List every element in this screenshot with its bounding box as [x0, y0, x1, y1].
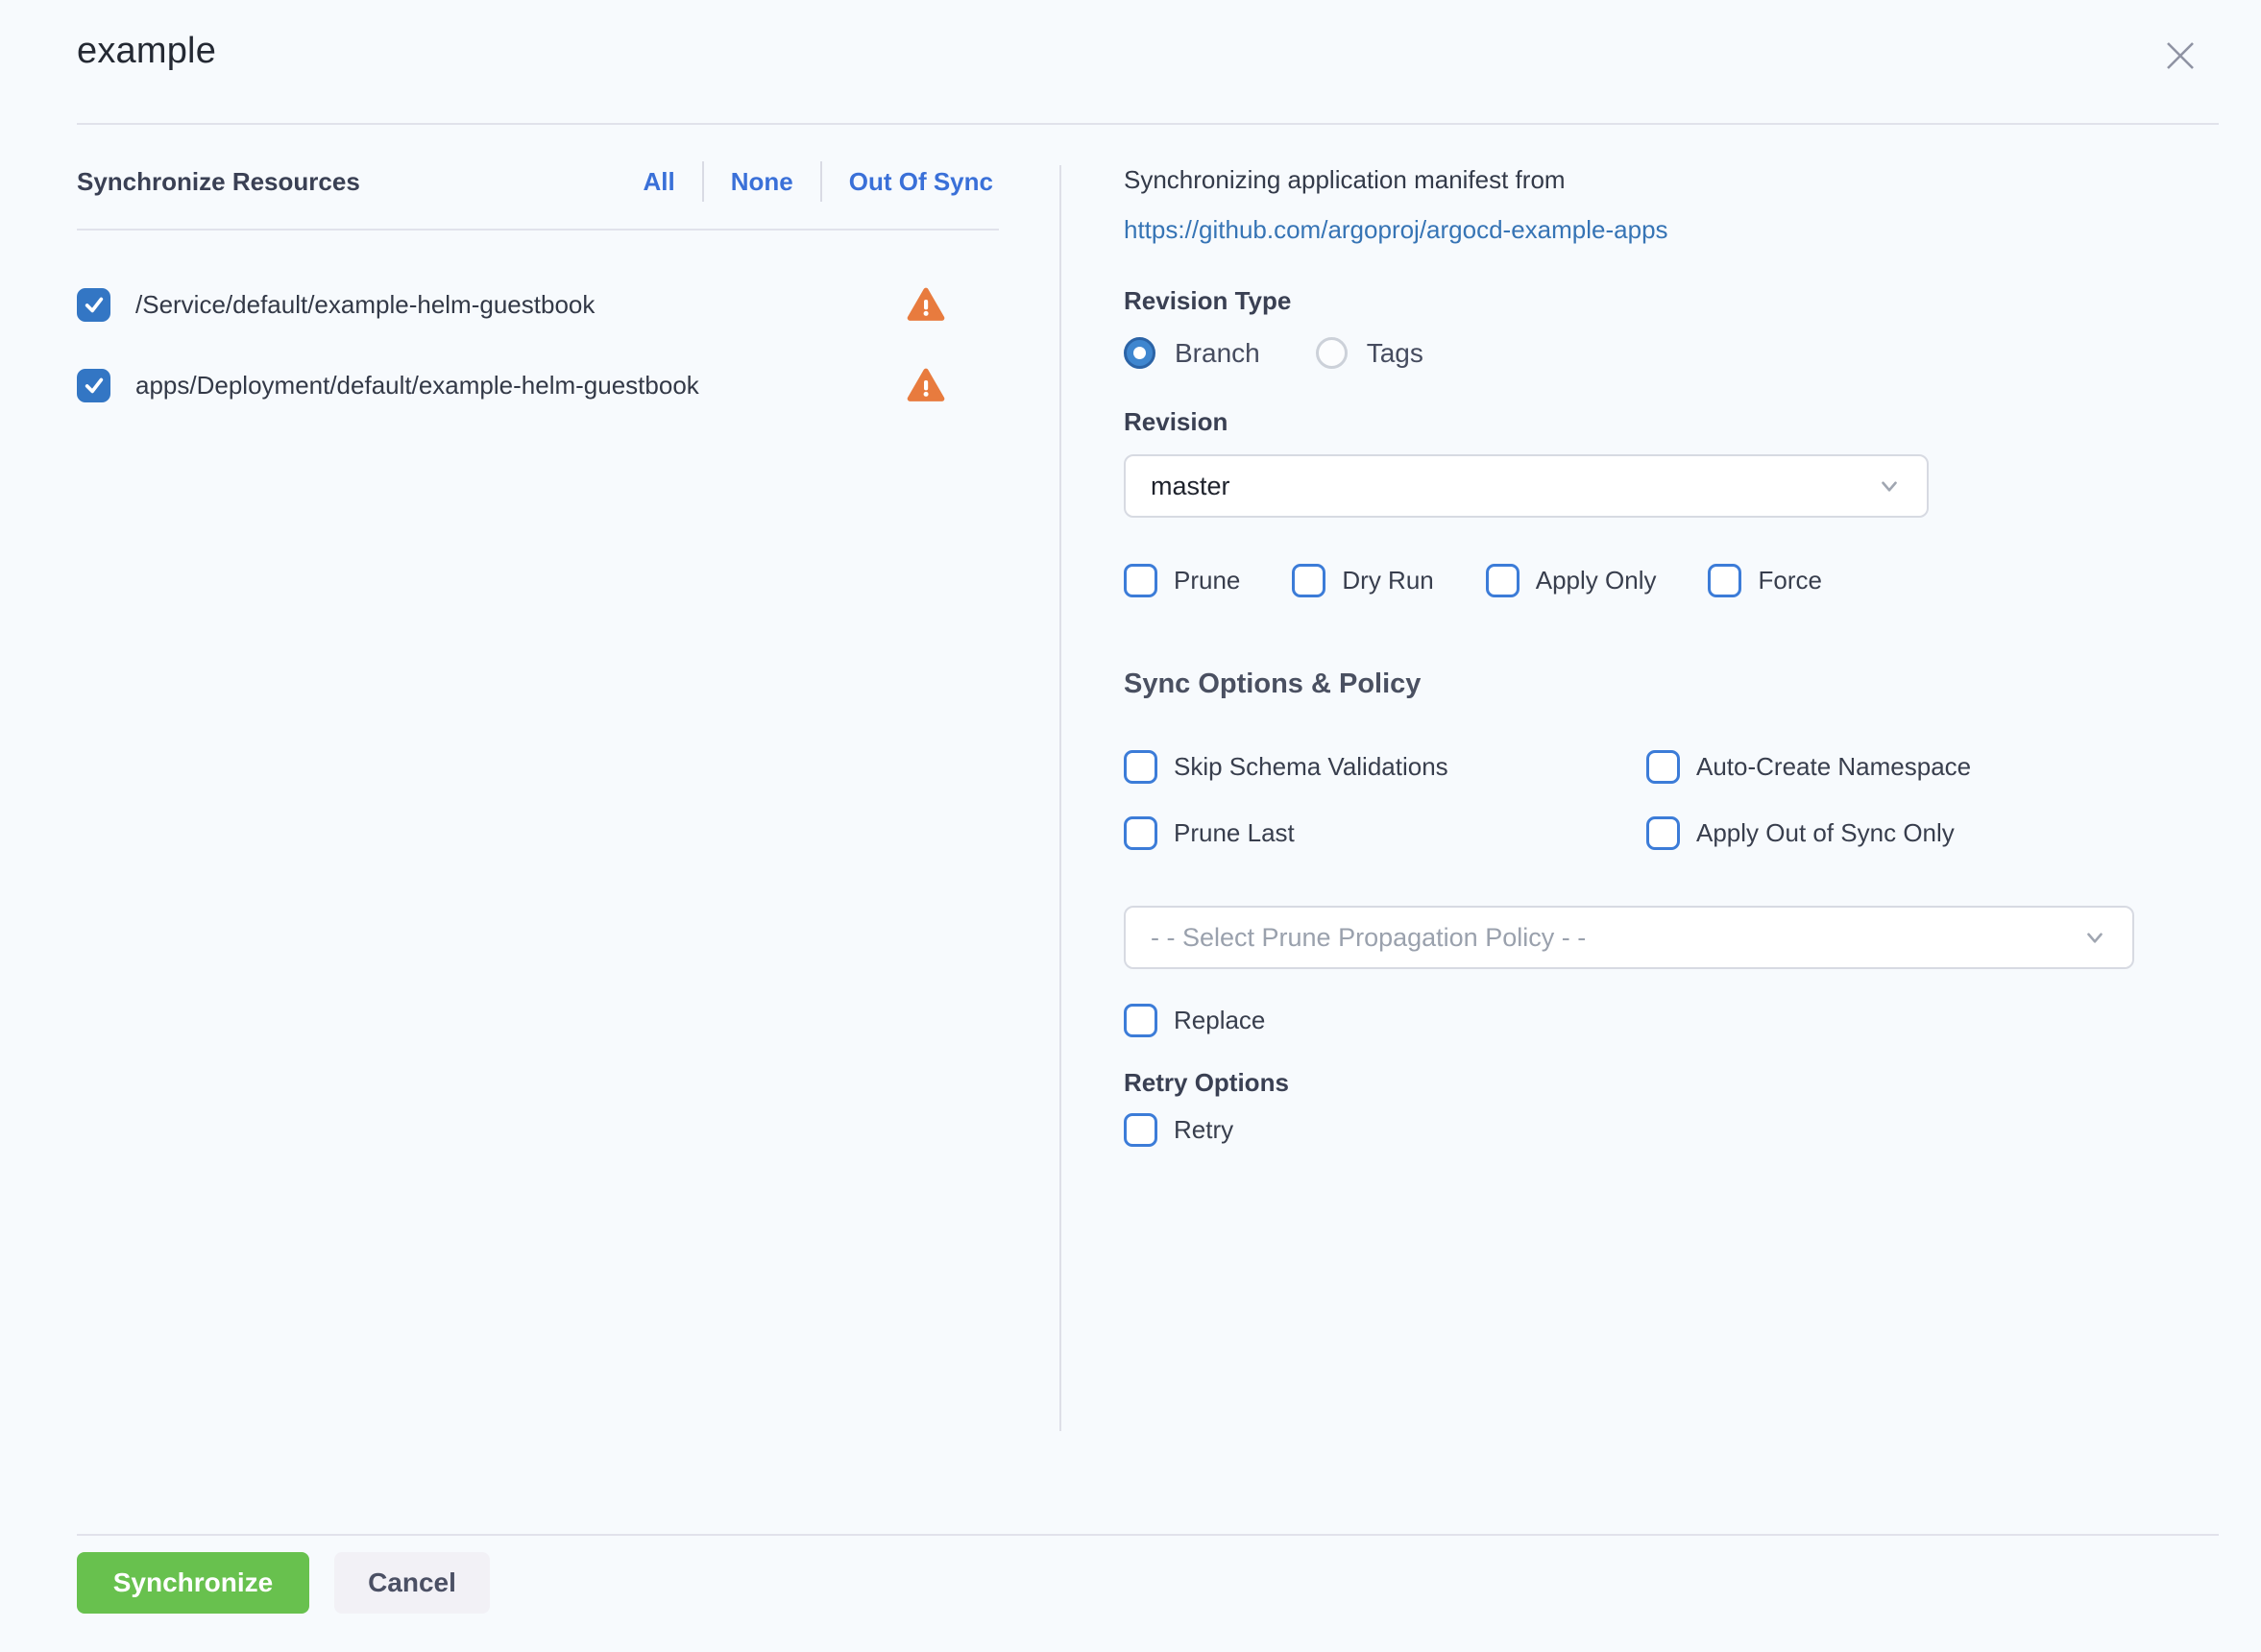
check-icon: [84, 294, 105, 315]
dry-run-label[interactable]: Dry Run: [1342, 566, 1433, 595]
revision-select[interactable]: master: [1124, 454, 1929, 518]
replace-checkbox-row[interactable]: Replace: [1124, 1004, 2184, 1037]
manifest-source-label: Synchronizing application manifest from: [1124, 163, 2184, 196]
revision-select-value: master: [1151, 472, 1877, 501]
sync-settings-panel: Synchronizing application manifest from …: [1124, 163, 2184, 1147]
cancel-button[interactable]: Cancel: [334, 1552, 490, 1614]
retry-checkbox-row[interactable]: Retry: [1124, 1113, 2184, 1147]
apply-out-of-sync-only-checkbox[interactable]: [1646, 816, 1680, 850]
force-checkbox-row[interactable]: Force: [1708, 564, 1821, 597]
resources-header-label: Synchronize Resources: [77, 167, 360, 197]
header-divider: [77, 123, 2219, 125]
sync-options-heading: Sync Options & Policy: [1124, 668, 2184, 700]
radio-tags[interactable]: Tags: [1316, 337, 1423, 369]
filter-out-of-sync[interactable]: Out Of Sync: [843, 167, 999, 197]
resource-row[interactable]: /Service/default/example-helm-guestbook: [77, 286, 999, 323]
force-checkbox[interactable]: [1708, 564, 1741, 597]
apply-only-checkbox[interactable]: [1486, 564, 1519, 597]
resources-header: Synchronize Resources All None Out Of Sy…: [77, 161, 999, 231]
auto-create-namespace-label[interactable]: Auto-Create Namespace: [1696, 752, 1971, 782]
revision-type-options: Branch Tags: [1124, 337, 2184, 369]
resource-checkbox-checked[interactable]: [77, 288, 110, 322]
prune-propagation-policy-placeholder: - - Select Prune Propagation Policy - -: [1151, 923, 2082, 953]
revision-label: Revision: [1124, 407, 2184, 437]
panel-divider: [1059, 165, 1061, 1431]
sync-options-grid: Skip Schema Validations Auto-Create Name…: [1124, 750, 2184, 850]
revision-type-label: Revision Type: [1124, 286, 2184, 316]
prune-propagation-policy-select[interactable]: - - Select Prune Propagation Policy - -: [1124, 906, 2134, 969]
prune-checkbox[interactable]: [1124, 564, 1157, 597]
prune-last-label[interactable]: Prune Last: [1174, 818, 1295, 848]
resource-checkbox-checked[interactable]: [77, 369, 110, 402]
close-icon[interactable]: [2157, 33, 2203, 79]
synchronize-button[interactable]: Synchronize: [77, 1552, 309, 1614]
page-title: example: [77, 31, 216, 72]
radio-tags-label[interactable]: Tags: [1367, 338, 1423, 369]
skip-schema-validations-checkbox[interactable]: [1124, 750, 1157, 784]
resource-label: apps/Deployment/default/example-helm-gue…: [135, 371, 699, 401]
retry-checkbox[interactable]: [1124, 1113, 1157, 1147]
chevron-down-icon: [2082, 925, 2107, 950]
chevron-down-icon: [1877, 474, 1902, 498]
apply-only-label[interactable]: Apply Only: [1536, 566, 1657, 595]
filter-divider: [702, 161, 704, 202]
warning-triangle-icon: [907, 367, 945, 403]
skip-schema-validations-row[interactable]: Skip Schema Validations: [1124, 750, 1646, 784]
retry-options-heading: Retry Options: [1124, 1068, 2184, 1098]
filter-all[interactable]: All: [638, 167, 681, 197]
sync-flags: Prune Dry Run Apply Only Force: [1124, 564, 2184, 597]
resource-list: /Service/default/example-helm-guestbook …: [77, 286, 999, 403]
resource-label: /Service/default/example-helm-guestbook: [135, 290, 595, 320]
radio-branch[interactable]: Branch: [1124, 337, 1260, 369]
dry-run-checkbox-row[interactable]: Dry Run: [1292, 564, 1433, 597]
prune-last-checkbox[interactable]: [1124, 816, 1157, 850]
auto-create-namespace-checkbox[interactable]: [1646, 750, 1680, 784]
resource-row[interactable]: apps/Deployment/default/example-helm-gue…: [77, 367, 999, 403]
apply-out-of-sync-only-row[interactable]: Apply Out of Sync Only: [1646, 816, 2184, 850]
warning-triangle-icon: [907, 286, 945, 323]
skip-schema-validations-label[interactable]: Skip Schema Validations: [1174, 752, 1448, 782]
radio-selected-icon[interactable]: [1124, 337, 1155, 369]
radio-branch-label[interactable]: Branch: [1175, 338, 1260, 369]
prune-checkbox-row[interactable]: Prune: [1124, 564, 1240, 597]
filter-none[interactable]: None: [725, 167, 799, 197]
manifest-source-link[interactable]: https://github.com/argoproj/argocd-examp…: [1124, 211, 2184, 248]
prune-label[interactable]: Prune: [1174, 566, 1240, 595]
synchronize-resources-panel: Synchronize Resources All None Out Of Sy…: [77, 161, 999, 448]
replace-checkbox[interactable]: [1124, 1004, 1157, 1037]
force-label[interactable]: Force: [1758, 566, 1821, 595]
replace-label[interactable]: Replace: [1174, 1006, 1265, 1035]
dry-run-checkbox[interactable]: [1292, 564, 1325, 597]
filter-divider: [820, 161, 822, 202]
resource-filters: All None Out Of Sync: [638, 161, 999, 202]
check-icon: [84, 375, 105, 396]
radio-unselected-icon[interactable]: [1316, 337, 1348, 369]
auto-create-namespace-row[interactable]: Auto-Create Namespace: [1646, 750, 2184, 784]
apply-only-checkbox-row[interactable]: Apply Only: [1486, 564, 1657, 597]
prune-last-row[interactable]: Prune Last: [1124, 816, 1646, 850]
footer-divider: [77, 1534, 2219, 1536]
retry-label[interactable]: Retry: [1174, 1115, 1233, 1145]
apply-out-of-sync-only-label[interactable]: Apply Out of Sync Only: [1696, 818, 1955, 848]
